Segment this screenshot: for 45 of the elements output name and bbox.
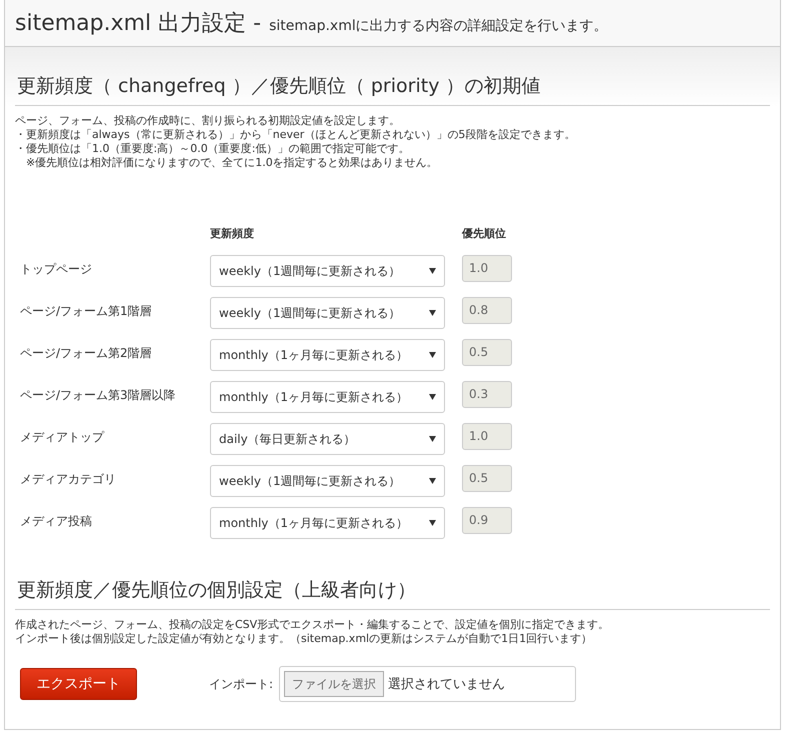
changefreq-dropdown[interactable]: monthly（1ヶ月毎に更新される）: [210, 381, 445, 413]
choose-file-button[interactable]: ファイルを選択: [284, 671, 384, 697]
row-label: ページ/フォーム第3階層以降: [15, 381, 210, 423]
priority-field[interactable]: 1.0: [462, 255, 512, 282]
description-line: ・優先順位は「1.0（重要度:高）～0.0（重要度:低）」の範囲で指定可能です。: [15, 142, 410, 156]
import-label: インポート:: [209, 676, 274, 692]
caret-icon: [429, 394, 436, 400]
priority-field[interactable]: 0.5: [462, 465, 512, 492]
section-heading: 更新頻度（ changefreq ）／優先順位（ priority ）の初期値: [15, 47, 770, 106]
caret-icon: [429, 352, 436, 358]
priority-field[interactable]: 0.5: [462, 339, 512, 366]
priority-field[interactable]: 0.3: [462, 381, 512, 408]
description-line: 作成されたページ、フォーム、投稿の設定をCSV形式でエクスポート・編集することで、設定値を個別に指定できます。: [15, 618, 610, 632]
description-line: ・更新頻度は「always（常に更新される）」から「never（ほとんど更新されない）」の5段階を設定できます。: [15, 128, 576, 142]
priority-field[interactable]: 0.9: [462, 507, 512, 534]
caret-icon: [429, 520, 436, 526]
description-line: ※優先順位は相対評価になりますので、全てに1.0を指定すると効果はありません。: [25, 156, 439, 170]
changefreq-dropdown[interactable]: monthly（1ヶ月毎に更新される）: [210, 339, 445, 371]
changefreq-dropdown[interactable]: weekly（1週間毎に更新される）: [210, 465, 445, 497]
page-subtitle: sitemap.xmlに出力する内容の詳細設定を行います。: [269, 17, 608, 35]
page-title: sitemap.xml 出力設定 -: [15, 10, 262, 38]
priority-field[interactable]: 0.8: [462, 297, 512, 324]
row-label: ページ/フォーム第2階層: [15, 339, 210, 381]
changefreq-dropdown[interactable]: weekly（1週間毎に更新される）: [210, 297, 445, 329]
row-label: トップページ: [15, 255, 210, 297]
caret-icon: [429, 478, 436, 484]
changefreq-dropdown[interactable]: daily（毎日更新される）: [210, 423, 445, 455]
changefreq-dropdown[interactable]: weekly（1週間毎に更新される）: [210, 255, 445, 287]
file-input[interactable]: ファイルを選択 選択されていません: [279, 666, 576, 702]
column-header: 更新頻度: [210, 226, 445, 255]
section-heading: 更新頻度／優先順位の個別設定（上級者向け）: [15, 549, 770, 610]
description-line: ページ、フォーム、投稿の作成時に、割り振られる初期設定値を設定します。: [15, 114, 401, 128]
row-label: メディアカテゴリ: [15, 465, 210, 507]
changefreq-dropdown[interactable]: monthly（1ヶ月毎に更新される）: [210, 507, 445, 539]
caret-icon: [429, 436, 436, 442]
caret-icon: [429, 310, 436, 316]
description-line: インポート後は個別設定した設定値が有効となります。（sitemap.xmlの更新はシステムが自動で1日1回行います）: [15, 632, 594, 646]
column-header: 優先順位: [445, 226, 512, 255]
priority-field[interactable]: 1.0: [462, 423, 512, 450]
row-label: メディア投稿: [15, 507, 210, 549]
row-label: ページ/フォーム第1階層: [15, 297, 210, 339]
file-status: 選択されていません: [388, 676, 506, 693]
caret-icon: [429, 268, 436, 274]
row-label: メディアトップ: [15, 423, 210, 465]
export-button[interactable]: エクスポート: [20, 668, 137, 700]
